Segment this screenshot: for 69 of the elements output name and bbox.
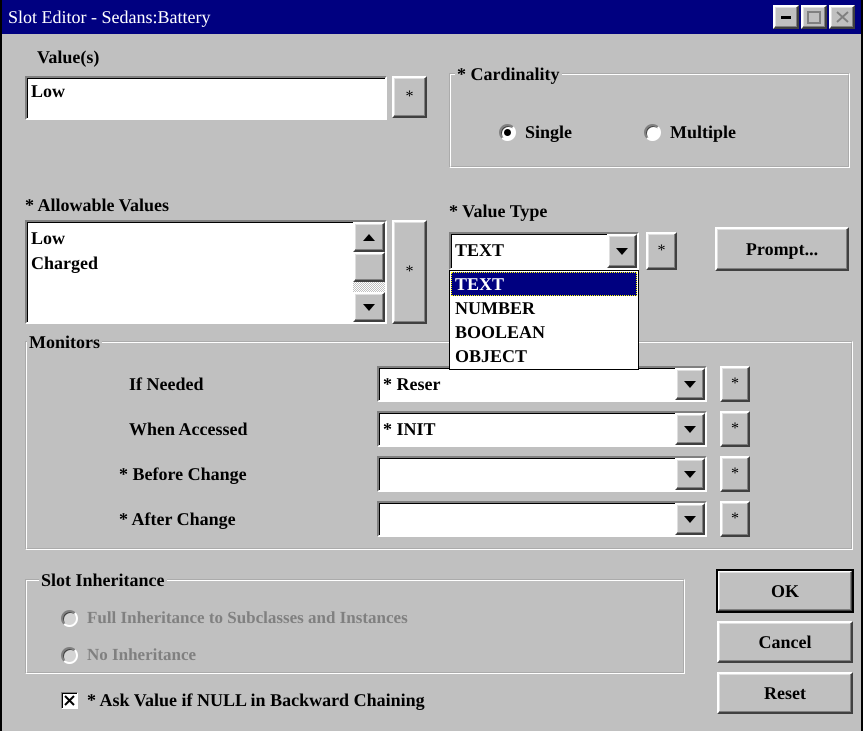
checkbox-label: * Ask Value if NULL in Backward Chaining <box>87 690 425 711</box>
down-arrow-icon <box>684 516 696 522</box>
minimize-icon <box>781 15 791 19</box>
monitor-star-button[interactable]: * <box>720 411 750 447</box>
dialog-button[interactable]: OK <box>717 570 853 612</box>
monitor-label: * Before Change <box>118 464 248 484</box>
close-button[interactable] <box>829 5 855 29</box>
check-x-icon <box>64 695 75 706</box>
down-arrow-icon <box>684 470 696 478</box>
values-label: Value(s) <box>36 46 100 68</box>
dropdown-option[interactable]: NUMBER <box>451 296 637 320</box>
dropdown-option[interactable]: OBJECT <box>451 344 637 368</box>
dropdown-button[interactable] <box>675 413 705 445</box>
dropdown-button[interactable] <box>675 458 705 490</box>
radio-button[interactable] <box>644 124 662 141</box>
dropdown-option[interactable]: TEXT <box>451 272 637 296</box>
down-arrow-icon <box>684 380 696 388</box>
prompt-button[interactable]: Prompt... <box>715 227 849 271</box>
monitor-label: When Accessed <box>128 418 248 440</box>
value-type-dropdown[interactable]: TEXT <box>449 232 639 270</box>
value-type-label: * Value Type <box>449 200 548 222</box>
monitor-dropdown[interactable] <box>377 456 707 492</box>
monitor-star-button[interactable]: * <box>720 501 750 537</box>
scroll-up-button[interactable] <box>353 222 385 252</box>
radio-label: Multiple <box>670 122 736 143</box>
maximize-button[interactable] <box>801 5 827 29</box>
close-icon <box>836 11 848 23</box>
monitor-label: If Needed <box>128 374 204 394</box>
monitor-dropdown[interactable]: * INIT <box>377 411 707 447</box>
values-star-button[interactable]: * <box>392 76 427 118</box>
scrollbar[interactable] <box>353 222 385 322</box>
monitor-star-button[interactable]: * <box>720 366 750 402</box>
down-arrow-icon <box>363 304 375 310</box>
allowable-values-list[interactable]: Low Charged <box>25 220 387 324</box>
dialog-button[interactable]: Cancel <box>717 621 853 663</box>
dropdown-option[interactable]: BOOLEAN <box>451 320 637 344</box>
radio-option[interactable]: Single <box>499 122 572 143</box>
monitors-label: Monitors <box>28 332 101 352</box>
radio-button[interactable] <box>499 124 516 141</box>
monitor-dropdown[interactable] <box>377 501 707 537</box>
radio-option[interactable]: Multiple <box>644 122 736 143</box>
list-item[interactable]: Low <box>31 226 349 251</box>
down-arrow-icon <box>684 426 696 432</box>
slot-inheritance-label: Slot Inheritance <box>40 570 166 590</box>
cardinality-label: * Cardinality <box>456 64 561 84</box>
monitor-dropdown[interactable]: * Reser <box>377 366 707 402</box>
window-title: Slot Editor - Sedans:Battery <box>8 6 210 28</box>
list-item[interactable]: Charged <box>31 251 349 276</box>
radio-label: Full Inheritance to Subclasses and Instances <box>87 608 408 628</box>
maximize-icon <box>807 10 821 24</box>
value-type-star-button[interactable]: * <box>646 232 677 270</box>
dropdown-button[interactable] <box>675 368 705 400</box>
values-field[interactable]: Low <box>25 76 387 120</box>
monitor-label: * After Change <box>118 508 237 530</box>
allowable-values-star-button[interactable]: * <box>392 220 427 324</box>
down-arrow-icon <box>616 248 628 254</box>
radio-label: Single <box>525 122 572 143</box>
dropdown-button[interactable] <box>675 503 705 535</box>
scroll-thumb[interactable] <box>353 252 385 282</box>
dropdown-button[interactable] <box>607 234 637 268</box>
ask-value-checkbox-row[interactable]: * Ask Value if NULL in Backward Chaining <box>61 690 685 711</box>
dialog-button[interactable]: Reset <box>717 672 853 714</box>
allowable-values-label: * Allowable Values <box>25 194 170 216</box>
up-arrow-icon <box>363 234 375 240</box>
minimize-button[interactable] <box>773 5 799 29</box>
monitor-star-button[interactable]: * <box>720 456 750 492</box>
radio-label: No Inheritance <box>87 645 196 665</box>
scroll-down-button[interactable] <box>353 292 385 322</box>
checkbox[interactable] <box>61 692 78 709</box>
